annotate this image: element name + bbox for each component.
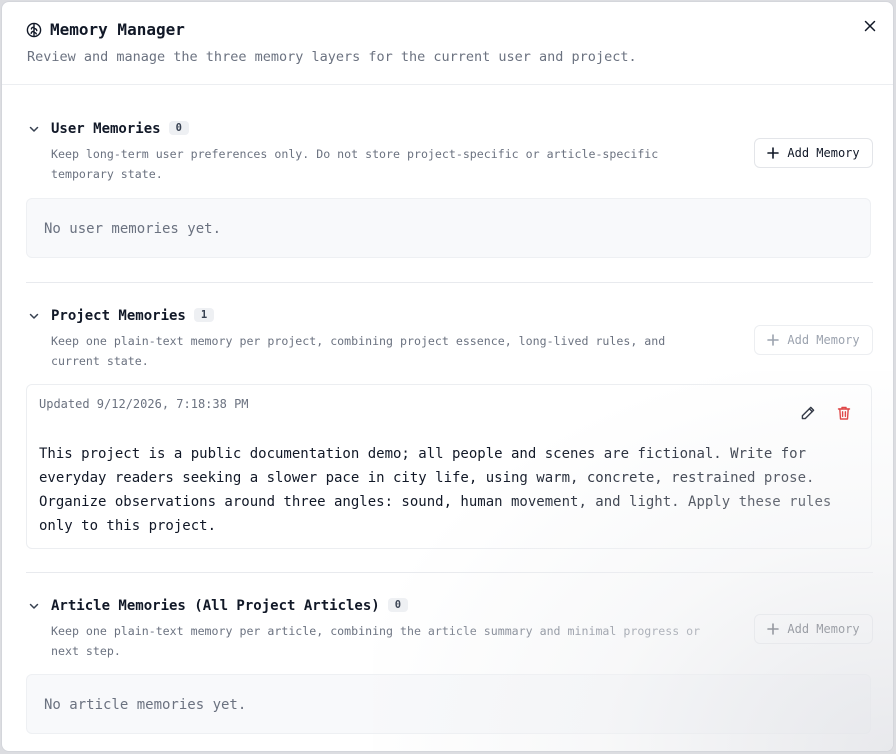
project-memories-count-badge: 1 (193, 308, 215, 322)
article-memories-title: Article Memories (All Project Articles) 0 (51, 598, 409, 614)
add-user-memory-button[interactable]: Add Memory (754, 138, 873, 168)
project-memory-card: Updated 9/12/2026, 7:18:38 PM This proje… (26, 384, 872, 549)
user-memories-section: User Memories 0 Keep long-term user prefe… (26, 121, 873, 259)
memory-manager-dialog: Memory Manager Review and manage the thr… (1, 1, 894, 752)
close-icon (864, 20, 876, 32)
section-divider (26, 572, 873, 573)
project-memories-section: Project Memories 1 Keep one plain-text me… (26, 308, 873, 550)
add-article-memory-button[interactable]: Add Memory (754, 614, 873, 644)
user-memories-title-text: User Memories (51, 121, 161, 137)
user-memories-empty-state: No user memories yet. (26, 198, 871, 258)
article-memories-description: Keep one plain-text memory per article, … (51, 624, 701, 658)
article-memories-empty-state: No article memories yet. (26, 674, 871, 734)
dialog-subtitle: Review and manage the three memory layer… (27, 49, 637, 65)
plus-icon (767, 334, 780, 346)
project-memories-title: Project Memories 1 (51, 308, 215, 324)
user-memories-description: Keep long-term user preferences only. Do… (51, 147, 659, 181)
article-memories-title-text: Article Memories (All Project Articles) (51, 598, 380, 614)
memory-updated-timestamp: Updated 9/12/2026, 7:18:38 PM (39, 397, 249, 411)
add-project-memory-label: Add Memory (787, 333, 860, 347)
title-row: Memory Manager (26, 20, 185, 39)
plus-icon (767, 623, 780, 635)
brain-icon (26, 22, 42, 38)
chevron-down-icon[interactable] (28, 310, 40, 322)
dialog-header: Memory Manager Review and manage the thr… (2, 2, 893, 85)
plus-icon (767, 147, 780, 159)
article-memories-header[interactable]: Article Memories (All Project Articles) 0 (26, 598, 873, 618)
section-divider (26, 282, 873, 283)
project-memories-header[interactable]: Project Memories 1 (26, 308, 873, 328)
project-memories-description: Keep one plain-text memory per project, … (51, 334, 666, 368)
project-memories-title-text: Project Memories (51, 308, 186, 324)
pencil-icon (801, 406, 815, 420)
delete-memory-button[interactable] (834, 403, 854, 423)
edit-memory-button[interactable] (798, 403, 818, 423)
user-memories-title: User Memories 0 (51, 121, 189, 137)
article-memories-section: Article Memories (All Project Articles) 0… (26, 598, 873, 738)
user-memories-count-badge: 0 (168, 121, 189, 135)
add-user-memory-label: Add Memory (787, 146, 860, 160)
memory-content: This project is a public documentation d… (39, 446, 832, 534)
dialog-title: Memory Manager (50, 20, 185, 39)
article-memories-count-badge: 0 (387, 598, 409, 612)
add-article-memory-label: Add Memory (787, 622, 860, 636)
trash-icon (837, 406, 851, 420)
add-project-memory-button[interactable]: Add Memory (754, 325, 873, 355)
chevron-down-icon[interactable] (28, 123, 40, 135)
close-button[interactable] (861, 17, 879, 35)
user-memories-header[interactable]: User Memories 0 (26, 121, 873, 141)
chevron-down-icon[interactable] (28, 600, 40, 612)
